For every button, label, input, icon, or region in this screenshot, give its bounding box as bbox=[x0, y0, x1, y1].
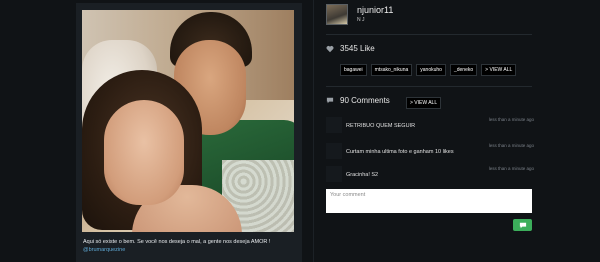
heart-icon bbox=[326, 46, 334, 53]
likes-row: 3545 Like bbox=[326, 44, 536, 57]
comment-text: RETRIBUO QUEM SEGUIR bbox=[346, 123, 416, 129]
likers-list: bagawei mtsako_nikuna yanokuho _deneko >… bbox=[340, 64, 517, 76]
likes-count: 3545 Like bbox=[340, 44, 375, 53]
post-photo[interactable] bbox=[82, 10, 294, 232]
divider bbox=[326, 86, 532, 87]
comment-timestamp: less than a minute ago bbox=[488, 143, 534, 148]
comment-item: Curtam minha ultima foto e ganham 10 lik… bbox=[326, 143, 534, 159]
avatar[interactable] bbox=[326, 4, 348, 25]
comment-text: Curtam minha ultima foto e ganham 10 lik… bbox=[346, 149, 454, 155]
commenter-avatar[interactable] bbox=[326, 143, 342, 159]
liker-tag[interactable]: mtsako_nikuna bbox=[370, 64, 413, 76]
comments-count: 90 Comments bbox=[340, 96, 390, 105]
comment-item: Gracinha! S2 less than a minute ago bbox=[326, 166, 534, 182]
view-all-comments-button[interactable]: > VIEW ALL bbox=[406, 97, 442, 109]
comments-header: 90 Comments > VIEW ALL bbox=[326, 96, 536, 109]
divider bbox=[326, 34, 532, 35]
user-header: njunior11 N J bbox=[326, 4, 536, 26]
column-divider bbox=[313, 0, 314, 262]
liker-tag[interactable]: _deneko bbox=[449, 64, 478, 76]
commenter-avatar[interactable] bbox=[326, 117, 342, 133]
chat-icon bbox=[519, 222, 526, 228]
caption-mention-link[interactable]: @brumarquezine bbox=[83, 246, 299, 254]
liker-tag[interactable]: bagawei bbox=[340, 64, 367, 76]
comment-timestamp: less than a minute ago bbox=[488, 117, 534, 122]
send-comment-button[interactable] bbox=[513, 219, 532, 231]
comment-text: Gracinha! S2 bbox=[346, 172, 379, 178]
comment-input[interactable] bbox=[326, 189, 532, 213]
comment-timestamp: less than a minute ago bbox=[488, 166, 534, 171]
view-all-likes-button[interactable]: > VIEW ALL bbox=[481, 64, 517, 76]
post-panel: Aqui só existe o bem. Se você nos deseja… bbox=[76, 3, 302, 262]
caption-text: Aqui só existe o bem. Se você nos deseja… bbox=[83, 239, 271, 245]
speech-bubble-icon bbox=[326, 97, 334, 104]
username[interactable]: njunior11 bbox=[357, 5, 393, 15]
comment-item: RETRIBUO QUEM SEGUIR less than a minute … bbox=[326, 117, 534, 133]
post-caption: Aqui só existe o bem. Se você nos deseja… bbox=[83, 238, 299, 254]
commenter-avatar[interactable] bbox=[326, 166, 342, 182]
display-name: N J bbox=[357, 17, 365, 23]
liker-tag[interactable]: yanokuho bbox=[416, 64, 446, 76]
